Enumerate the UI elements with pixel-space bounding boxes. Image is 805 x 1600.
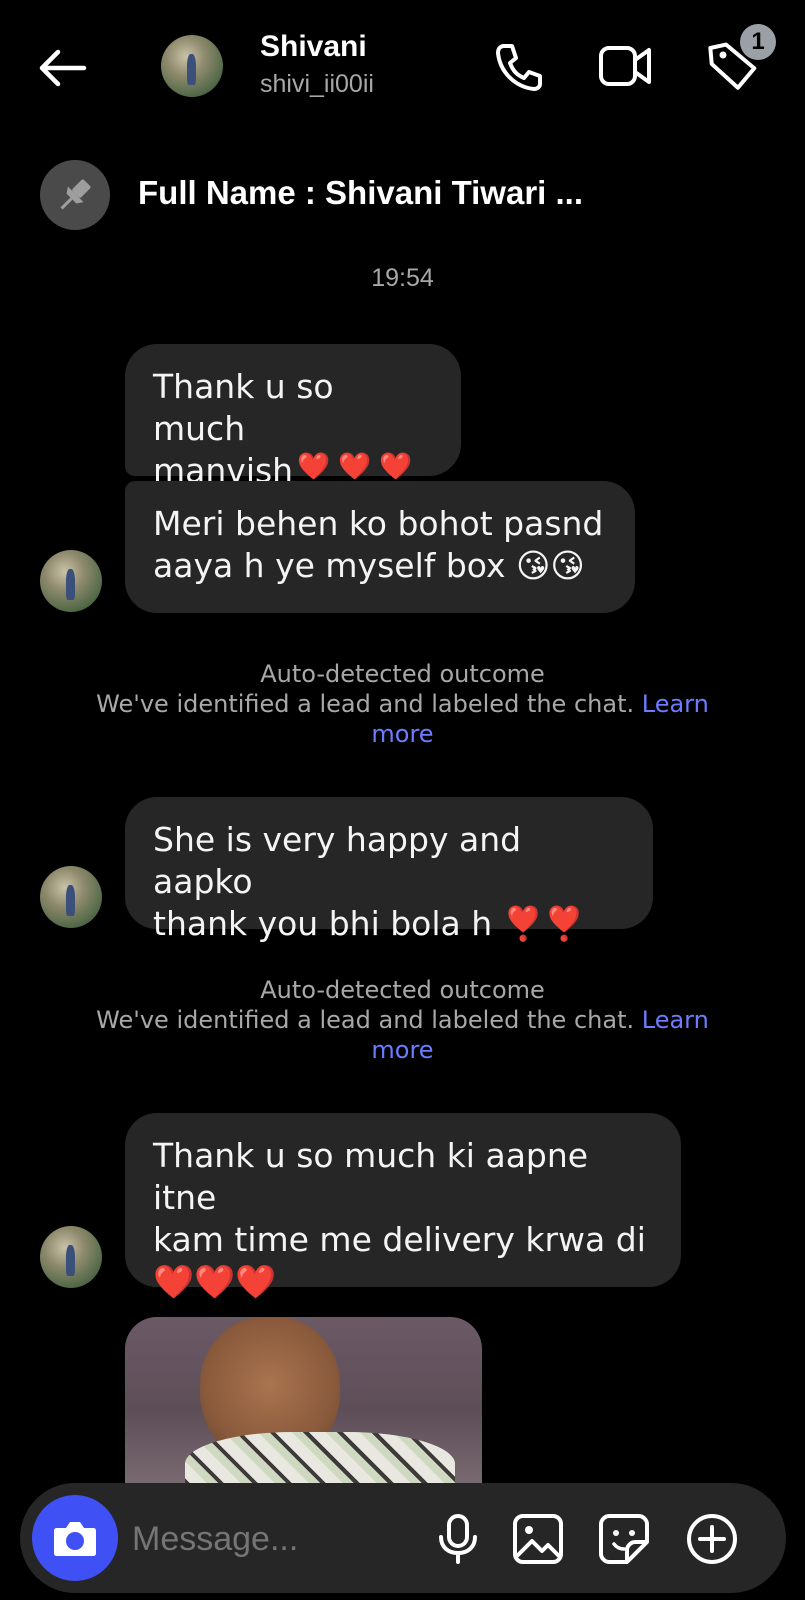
message-bubble[interactable]: Thank u so much ki aapne itne kam time m… [125,1113,681,1301]
photo-message[interactable] [125,1317,482,1487]
header: Shivani shivi_ii00ii 1 [0,0,805,130]
photo-clothing [185,1432,455,1487]
learn-more-link-cont[interactable]: more [70,1035,735,1065]
label-badge: 1 [740,24,776,60]
pinned-text[interactable]: Full Name : Shivani Tiwari ... [138,174,583,212]
back-arrow-icon [39,49,87,87]
learn-more-link[interactable]: Learn [642,1006,709,1034]
camera-button[interactable] [32,1495,118,1581]
learn-more-link-cont[interactable]: more [70,719,735,749]
learn-more-link[interactable]: Learn [642,690,709,718]
message-bubble[interactable]: She is very happy and aapko thank you bh… [125,797,653,943]
contact-username[interactable]: shivi_ii00ii [260,70,374,99]
phone-icon [496,44,542,91]
avatar [40,1226,102,1288]
more-button[interactable] [684,1511,740,1567]
message-composer [20,1483,786,1593]
microphone-button[interactable] [430,1511,486,1567]
pin-icon [60,179,91,210]
pinned-banner[interactable]: Full Name : Shivani Tiwari ... [40,160,780,230]
avatar[interactable] [161,35,223,97]
notice-body: We've identified a lead and labeled the … [96,1006,635,1034]
microphone-icon [439,1514,477,1564]
auto-detected-notice: Auto-detected outcome We've identified a… [70,659,735,749]
avatar [40,550,102,612]
pin-icon-wrapper [40,160,110,230]
gallery-button[interactable] [510,1511,566,1567]
notice-body: We've identified a lead and labeled the … [96,690,635,718]
plus-icon [687,1514,737,1564]
message-bubble[interactable]: Meri behen ko bohot pasnd aaya h ye myse… [125,481,635,613]
message-input[interactable] [130,1508,434,1570]
sticker-icon [599,1514,649,1564]
message-bubble[interactable]: Thank u so much manvish❣️❣️❣️ [125,344,461,490]
sticker-button[interactable] [596,1511,652,1567]
back-button[interactable] [34,40,90,96]
avatar [40,866,102,928]
notice-title: Auto-detected outcome [260,976,545,1004]
call-button[interactable] [490,38,548,96]
notice-title: Auto-detected outcome [260,660,545,688]
auto-detected-notice: Auto-detected outcome We've identified a… [70,975,735,1065]
gallery-icon [513,1514,563,1564]
camera-icon [54,1522,96,1556]
video-icon [599,46,651,86]
contact-name[interactable]: Shivani [260,30,367,64]
timestamp: 19:54 [371,264,434,292]
video-call-button[interactable] [597,40,655,92]
